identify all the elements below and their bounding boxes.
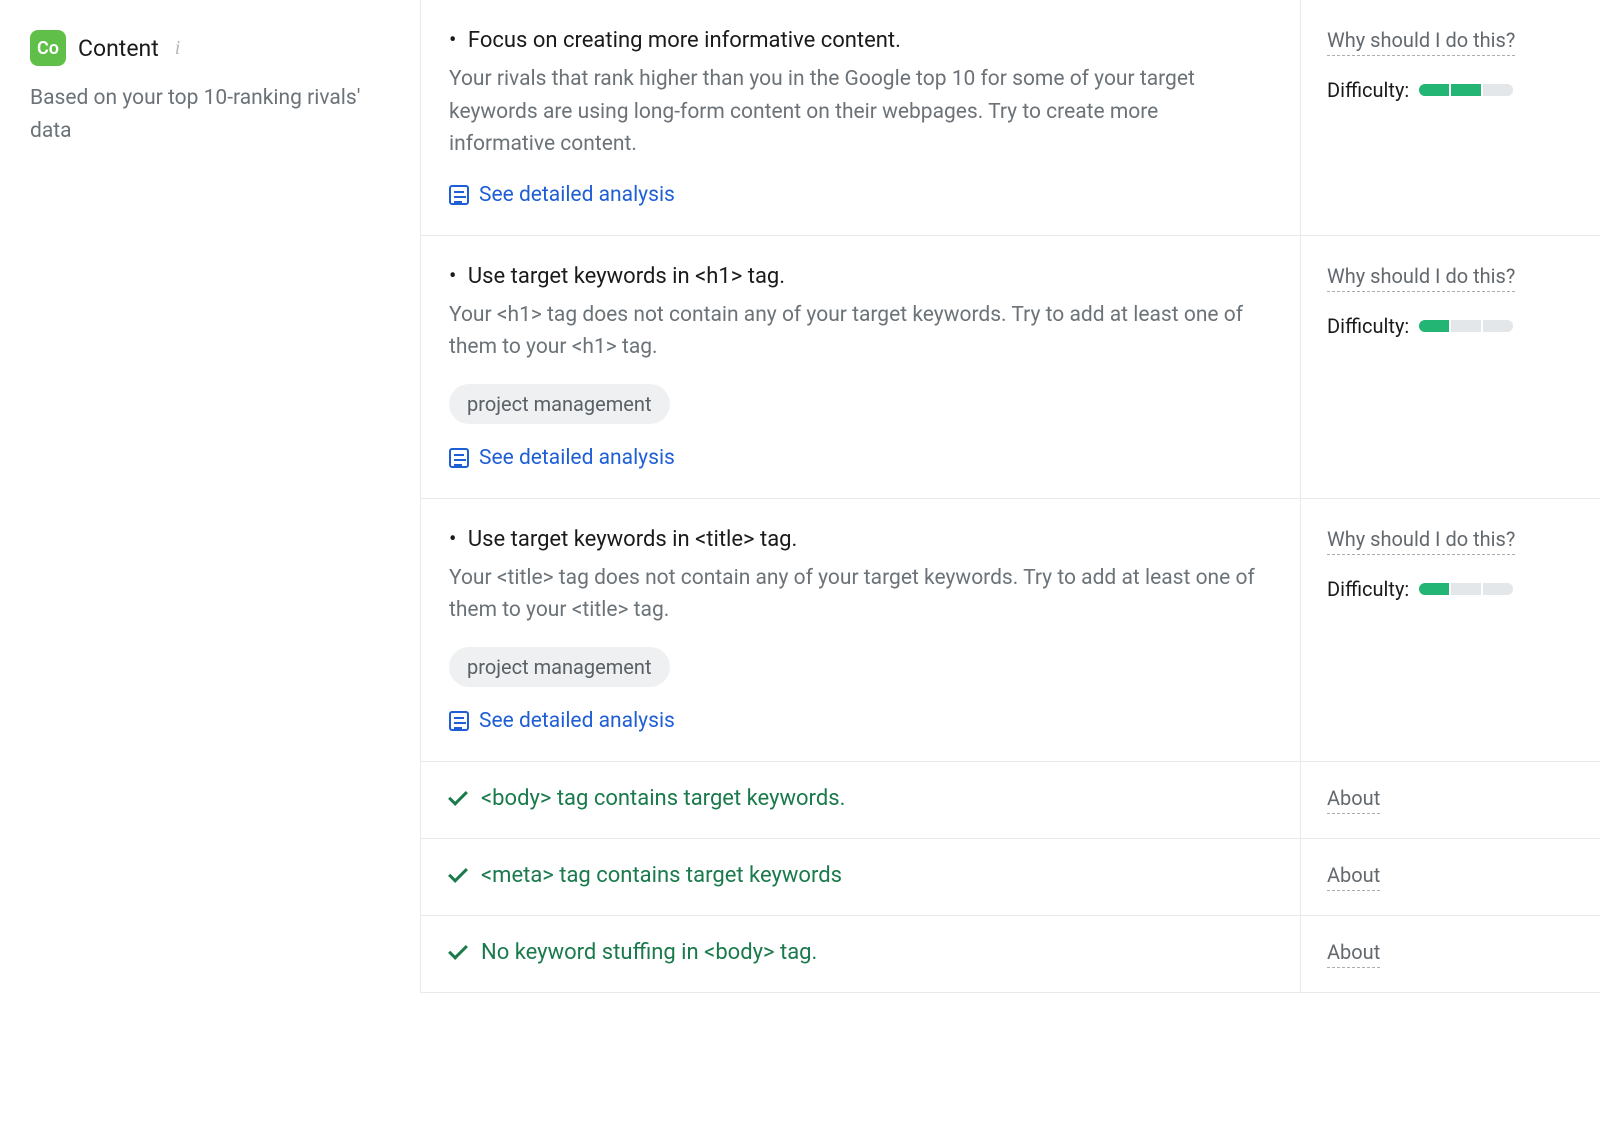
issue-description: Your rivals that rank higher than you in… <box>449 63 1266 161</box>
difficulty-row: Difficulty: <box>1327 314 1574 338</box>
difficulty-meter <box>1419 84 1513 96</box>
sidebar-subtitle: Based on your top 10-ranking rivals' dat… <box>30 82 390 147</box>
about-link[interactable]: About <box>1327 863 1380 891</box>
issue-cell: • Use target keywords in <title> tag. Yo… <box>421 499 1300 761</box>
main-panel: • Focus on creating more informative con… <box>420 0 1600 993</box>
sidebar: Co Content i Based on your top 10-rankin… <box>0 0 420 993</box>
page-root: Co Content i Based on your top 10-rankin… <box>0 0 1600 993</box>
check-icon <box>448 863 468 883</box>
passed-title-text: No keyword stuffing in <body> tag. <box>481 940 817 965</box>
issue-cell: • Use target keywords in <h1> tag. Your … <box>421 236 1300 498</box>
check-icon <box>448 940 468 960</box>
content-badge-icon: Co <box>30 30 66 66</box>
passed-meta: About <box>1300 762 1600 838</box>
detail-link-text: See detailed analysis <box>479 183 675 207</box>
difficulty-row: Difficulty: <box>1327 78 1574 102</box>
detail-link-text: See detailed analysis <box>479 709 675 733</box>
passed-cell: <meta> tag contains target keywords <box>421 839 1300 915</box>
passed-title-text: <meta> tag contains target keywords <box>481 863 842 888</box>
sidebar-title: Content <box>78 35 159 62</box>
see-detailed-analysis-link[interactable]: See detailed analysis <box>449 183 1266 207</box>
difficulty-label: Difficulty: <box>1327 577 1409 601</box>
passed-row: No keyword stuffing in <body> tag. About <box>421 916 1600 993</box>
issue-title: • Use target keywords in <h1> tag. <box>449 264 1266 289</box>
passed-row: <meta> tag contains target keywords Abou… <box>421 839 1600 916</box>
issue-meta: Why should I do this? Difficulty: <box>1300 499 1600 761</box>
issue-title: • Focus on creating more informative con… <box>449 28 1266 53</box>
passed-cell: No keyword stuffing in <body> tag. <box>421 916 1300 992</box>
passed-title: <body> tag contains target keywords. <box>449 786 1266 811</box>
issue-meta: Why should I do this? Difficulty: <box>1300 0 1600 235</box>
difficulty-meter <box>1419 320 1513 332</box>
issue-row: • Use target keywords in <h1> tag. Your … <box>421 236 1600 499</box>
issue-title-text: Focus on creating more informative conte… <box>468 28 901 53</box>
about-link[interactable]: About <box>1327 940 1380 968</box>
issue-row: • Focus on creating more informative con… <box>421 0 1600 236</box>
detail-link-text: See detailed analysis <box>479 446 675 470</box>
see-detailed-analysis-link[interactable]: See detailed analysis <box>449 446 1266 470</box>
issue-cell: • Focus on creating more informative con… <box>421 0 1300 235</box>
why-should-i-do-this-link[interactable]: Why should I do this? <box>1327 28 1515 56</box>
about-link[interactable]: About <box>1327 786 1380 814</box>
keyword-chip[interactable]: project management <box>449 384 670 424</box>
see-detailed-analysis-link[interactable]: See detailed analysis <box>449 709 1266 733</box>
sidebar-header: Co Content i <box>30 30 390 66</box>
document-icon <box>449 448 469 468</box>
passed-meta: About <box>1300 839 1600 915</box>
difficulty-meter <box>1419 583 1513 595</box>
issue-description: Your <h1> tag does not contain any of yo… <box>449 299 1266 364</box>
passed-title: <meta> tag contains target keywords <box>449 863 1266 888</box>
why-should-i-do-this-link[interactable]: Why should I do this? <box>1327 264 1515 292</box>
difficulty-row: Difficulty: <box>1327 577 1574 601</box>
issue-description: Your <title> tag does not contain any of… <box>449 562 1266 627</box>
check-icon <box>448 786 468 806</box>
bullet-icon: • <box>449 527 456 552</box>
passed-cell: <body> tag contains target keywords. <box>421 762 1300 838</box>
issue-title-text: Use target keywords in <title> tag. <box>468 527 797 552</box>
bullet-icon: • <box>449 28 456 53</box>
why-should-i-do-this-link[interactable]: Why should I do this? <box>1327 527 1515 555</box>
document-icon <box>449 185 469 205</box>
passed-title: No keyword stuffing in <body> tag. <box>449 940 1266 965</box>
issue-meta: Why should I do this? Difficulty: <box>1300 236 1600 498</box>
passed-title-text: <body> tag contains target keywords. <box>481 786 845 811</box>
difficulty-label: Difficulty: <box>1327 314 1409 338</box>
info-icon[interactable]: i <box>175 37 181 60</box>
issue-title-text: Use target keywords in <h1> tag. <box>468 264 785 289</box>
issue-row: • Use target keywords in <title> tag. Yo… <box>421 499 1600 762</box>
passed-meta: About <box>1300 916 1600 992</box>
difficulty-label: Difficulty: <box>1327 78 1409 102</box>
issue-title: • Use target keywords in <title> tag. <box>449 527 1266 552</box>
document-icon <box>449 711 469 731</box>
keyword-chip[interactable]: project management <box>449 647 670 687</box>
bullet-icon: • <box>449 264 456 289</box>
passed-row: <body> tag contains target keywords. Abo… <box>421 762 1600 839</box>
